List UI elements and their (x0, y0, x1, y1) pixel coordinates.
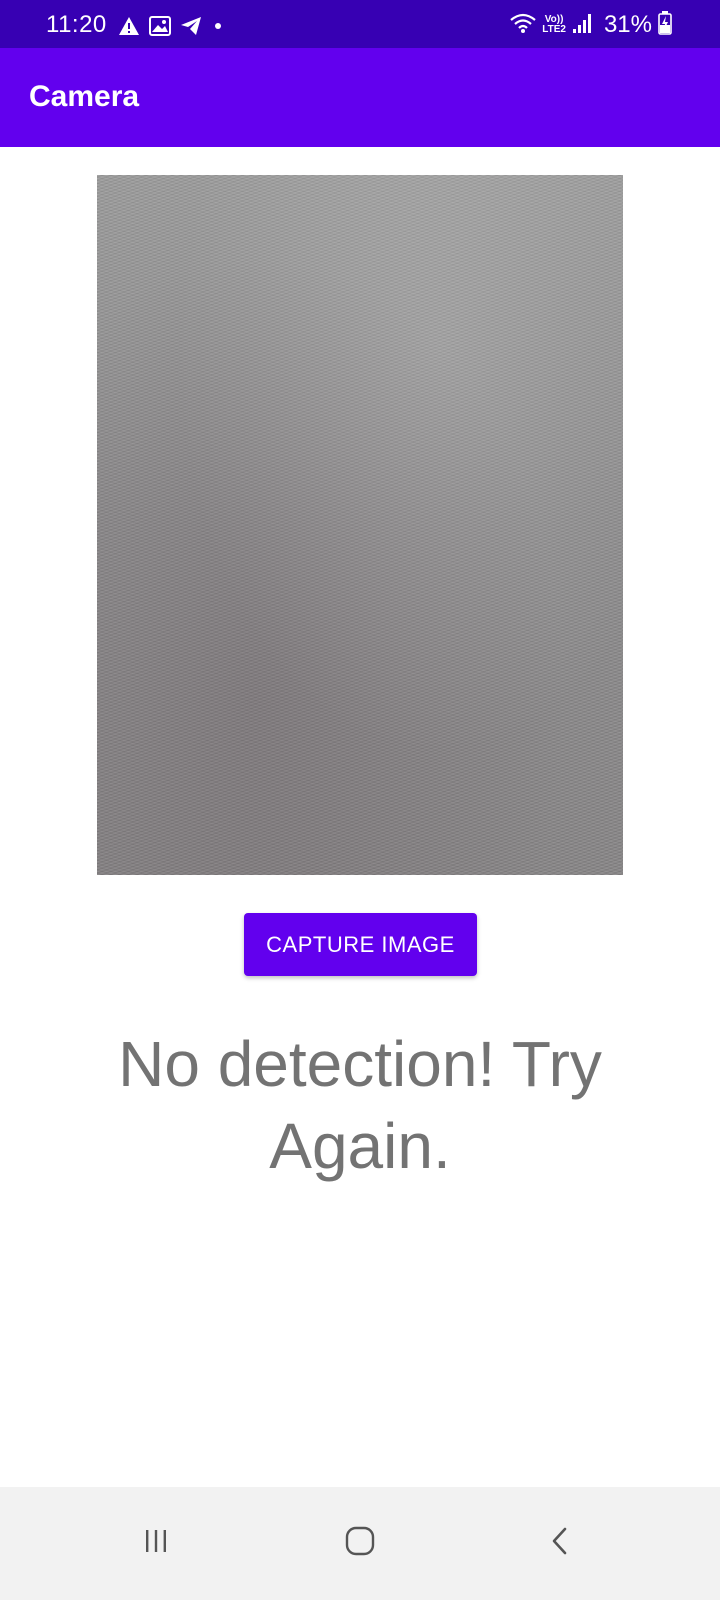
status-bar: 11:20 Vo)) LTE2 31% (0, 0, 720, 48)
battery-charging-icon (658, 10, 672, 40)
camera-screen: 11:20 Vo)) LTE2 31% Camera CAPTURE IMAGE… (0, 0, 720, 1600)
captured-image-preview (97, 175, 623, 875)
image-icon (149, 16, 171, 36)
recent-apps-button[interactable] (96, 1487, 216, 1600)
capture-image-button[interactable]: CAPTURE IMAGE (244, 913, 477, 976)
navigation-bar (0, 1487, 720, 1600)
recent-apps-icon (141, 1526, 171, 1561)
status-time: 11:20 (46, 11, 107, 38)
home-icon (344, 1525, 376, 1562)
volte-indicator: Vo)) LTE2 (542, 15, 566, 35)
app-title: Camera (29, 80, 140, 113)
warning-icon (118, 16, 140, 36)
dot-icon (211, 16, 225, 36)
battery-percentage: 31% (603, 11, 652, 38)
notification-icons (118, 15, 225, 37)
app-bar: Camera (0, 48, 720, 147)
system-status-icons: Vo)) LTE2 31% (510, 10, 672, 40)
detection-result-text: No detection! Try Again. (118, 1028, 602, 1182)
back-icon (545, 1526, 575, 1561)
wifi-icon (510, 12, 536, 39)
telegram-icon (180, 16, 202, 36)
back-button[interactable] (500, 1487, 620, 1600)
signal-icon (572, 12, 594, 39)
volte-line2: LTE2 (542, 24, 566, 35)
home-button[interactable] (300, 1487, 420, 1600)
